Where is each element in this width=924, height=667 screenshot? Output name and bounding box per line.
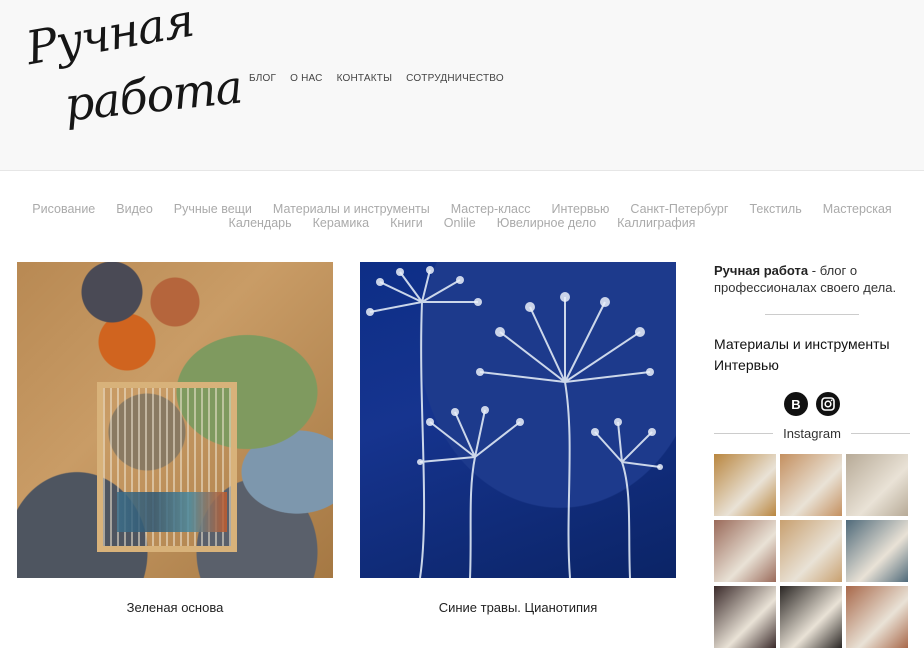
- post-title[interactable]: Синие травы. Цианотипия: [360, 600, 676, 615]
- cyanotype-plants: [366, 266, 663, 578]
- category-link[interactable]: Текстиль: [749, 202, 801, 216]
- post-title[interactable]: Зеленая основа: [17, 600, 333, 615]
- category-list: Рисование Видео Ручные вещи Материалы и …: [0, 202, 924, 230]
- divider: [765, 314, 859, 315]
- category-link[interactable]: Книги: [390, 216, 423, 230]
- post-card: Зеленая основа: [17, 262, 333, 615]
- instagram-thumbnail[interactable]: [780, 520, 842, 582]
- post-image-weaving[interactable]: [17, 262, 333, 578]
- category-link[interactable]: Ручные вещи: [174, 202, 252, 216]
- sidebar-link[interactable]: Материалы и инструменты: [714, 334, 910, 355]
- category-link[interactable]: Материалы и инструменты: [273, 202, 430, 216]
- about-brand: Ручная работа: [714, 263, 809, 278]
- sidebar-link[interactable]: Интервью: [714, 355, 910, 376]
- site-header: Ручная работа БЛОГ О НАС КОНТАКТЫ СОТРУД…: [0, 0, 924, 171]
- instagram-thumbnail[interactable]: [846, 586, 908, 648]
- site-logo[interactable]: Ручная работа: [18, 0, 244, 155]
- vk-icon[interactable]: В: [784, 392, 808, 416]
- instagram-thumbnail[interactable]: [714, 586, 776, 648]
- instagram-thumbnail[interactable]: [846, 520, 908, 582]
- category-link[interactable]: Календарь: [229, 216, 292, 230]
- category-link[interactable]: Рисование: [32, 202, 95, 216]
- nav-link-blog[interactable]: БЛОГ: [249, 73, 276, 84]
- sidebar: Ручная работа - блог о профессионалах св…: [714, 262, 910, 648]
- instagram-icon[interactable]: [816, 392, 840, 416]
- category-link[interactable]: Санкт-Петербург: [630, 202, 728, 216]
- social-icons: В: [714, 392, 910, 416]
- category-row-1: Рисование Видео Ручные вещи Материалы и …: [0, 202, 924, 216]
- instagram-label: Instagram: [783, 426, 841, 441]
- category-link[interactable]: Каллиграфия: [617, 216, 695, 230]
- logo-text-line1: Ручная: [22, 0, 198, 76]
- sidebar-links: Материалы и инструменты Интервью: [714, 334, 910, 376]
- instagram-thumbnail[interactable]: [846, 454, 908, 516]
- category-link[interactable]: Интервью: [552, 202, 610, 216]
- divider: [850, 433, 910, 434]
- woven-fabric-shape: [117, 492, 227, 532]
- post-card: Синие травы. Цианотипия: [360, 262, 676, 615]
- nav-link-about[interactable]: О НАС: [290, 73, 322, 84]
- instagram-grid: [714, 454, 910, 648]
- logo-text-line2: работа: [62, 59, 245, 132]
- category-link[interactable]: Видео: [116, 202, 153, 216]
- nav-link-cooperation[interactable]: СОТРУДНИЧЕСТВО: [406, 73, 504, 84]
- instagram-thumbnail[interactable]: [714, 520, 776, 582]
- category-link[interactable]: Керамика: [313, 216, 369, 230]
- category-link[interactable]: Ювелирное дело: [497, 216, 596, 230]
- divider: [714, 433, 774, 434]
- category-link[interactable]: Мастерская: [823, 202, 892, 216]
- top-navigation: БЛОГ О НАС КОНТАКТЫ СОТРУДНИЧЕСТВО: [249, 73, 504, 84]
- instagram-thumbnail[interactable]: [780, 586, 842, 648]
- post-image-cyanotype[interactable]: [360, 262, 676, 578]
- instagram-thumbnail[interactable]: [714, 454, 776, 516]
- category-link[interactable]: Мастер-класс: [451, 202, 531, 216]
- nav-link-contacts[interactable]: КОНТАКТЫ: [337, 73, 393, 84]
- category-row-2: Календарь Керамика Книги Onlile Ювелирно…: [0, 216, 924, 230]
- instagram-heading: Instagram: [714, 426, 910, 441]
- about-text: Ручная работа - блог о профессионалах св…: [714, 262, 910, 296]
- instagram-thumbnail[interactable]: [780, 454, 842, 516]
- category-link[interactable]: Onlile: [444, 216, 476, 230]
